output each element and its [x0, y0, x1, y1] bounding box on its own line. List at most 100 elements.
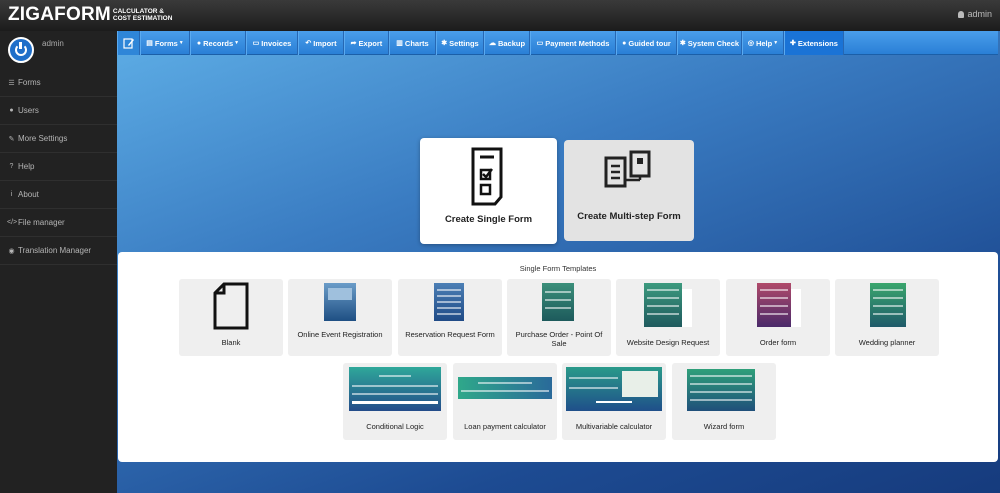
template-thumbnail: [434, 283, 464, 321]
logo-sub-text: CALCULATOR & COST ESTIMATION: [112, 8, 173, 22]
template-card-purchase-order[interactable]: Purchase Order - Point Of Sale: [507, 279, 611, 356]
template-thumbnail-side: [791, 289, 801, 327]
template-card-loan-payment-calculator[interactable]: Loan payment calculator: [453, 363, 557, 440]
info-circle-icon: ●: [196, 39, 202, 47]
create-multi-step-form-button[interactable]: Create Multi-step Form: [564, 140, 694, 241]
tab-settings[interactable]: ✱ Settings: [436, 31, 484, 55]
user-icon: [958, 11, 965, 18]
edit-icon: [122, 38, 134, 49]
tab-help[interactable]: ◎ Help ▼: [742, 31, 784, 55]
template-label: Conditional Logic: [366, 422, 424, 431]
template-card-wizard-form[interactable]: Wizard form: [672, 363, 776, 440]
template-thumbnail-side: [682, 289, 692, 327]
power-icon: [15, 42, 27, 56]
share-icon: ➦: [350, 40, 357, 47]
sidebar-item-label: File manager: [18, 218, 65, 227]
sidebar: admin ☰ Forms ● Users ✎ More Settings ? Help…: [0, 31, 117, 493]
template-label: Online Event Registration: [297, 330, 383, 339]
template-label: Loan payment calculator: [464, 422, 546, 431]
sidebar-item-label: Forms: [18, 78, 41, 87]
tab-label: Forms: [154, 38, 178, 48]
tab-forms[interactable]: ▤ Forms ▼: [140, 31, 190, 55]
gear-icon: ✱: [441, 40, 448, 47]
sidebar-item-label: More Settings: [18, 134, 68, 143]
template-card-order-form[interactable]: Order form: [726, 279, 830, 356]
sidebar-item-forms[interactable]: ☰ Forms: [0, 69, 117, 97]
tab-label: Backup: [497, 38, 526, 48]
sidebar-item-label: Users: [18, 106, 39, 115]
sidebar-item-about[interactable]: i About: [0, 181, 117, 209]
sidebar-item-label: About: [18, 190, 39, 199]
sidebar-item-file-manager[interactable]: </> File manager: [0, 209, 117, 237]
cloud-icon: ☁: [488, 40, 496, 47]
single-form-label: Create Single Form: [444, 214, 533, 225]
tab-import[interactable]: ↶ Import: [298, 31, 344, 55]
create-single-form-button[interactable]: Create Single Form: [420, 138, 557, 244]
chart-icon: ▥: [396, 40, 403, 47]
avatar[interactable]: [8, 37, 34, 63]
tab-label: Charts: [404, 38, 429, 48]
dashboard-button[interactable]: [117, 31, 140, 55]
tab-label: Help: [755, 38, 773, 48]
template-card-reservation-request-form[interactable]: Reservation Request Form: [398, 279, 502, 356]
tab-label: Settings: [449, 38, 479, 48]
template-thumbnail: [324, 283, 356, 321]
user-icon: ●: [9, 107, 14, 114]
caret-down-icon: ▼: [773, 40, 779, 46]
info-circle-icon: ●: [622, 39, 627, 47]
sidebar-item-more-settings[interactable]: ✎ More Settings: [0, 125, 117, 153]
tab-label: Invoices: [261, 38, 292, 48]
info-icon: i: [10, 191, 13, 198]
sidebar-username: admin: [42, 39, 64, 48]
tab-guided-tour[interactable]: ● Guided tour: [616, 31, 677, 55]
main-content: ▤ Forms ▼ ● Records ▼ ▭ Invoices ↶ Import ➦ Exp…: [117, 31, 1000, 493]
file-icon: ▤: [146, 40, 153, 47]
user-menu[interactable]: admin: [958, 9, 992, 19]
template-card-conditional-logic[interactable]: Conditional Logic: [343, 363, 447, 440]
templates-title: Single Form Templates: [519, 264, 597, 273]
template-label: Multivariable calculator: [575, 422, 653, 431]
tab-records[interactable]: ● Records ▼: [190, 31, 246, 55]
template-thumbnail: [870, 283, 906, 327]
sidebar-user: admin: [0, 31, 117, 69]
template-card-multivariable-calculator[interactable]: Multivariable calculator: [562, 363, 666, 440]
tab-export[interactable]: ➦ Export: [344, 31, 389, 55]
template-label: Order form: [759, 338, 797, 347]
template-card-online-event-registration[interactable]: Online Event Registration: [288, 279, 392, 356]
user-top-name: admin: [967, 9, 992, 19]
template-card-blank[interactable]: Blank: [179, 279, 283, 356]
template-card-wedding-planner[interactable]: Wedding planner: [835, 279, 939, 356]
tab-invoices[interactable]: ▭ Invoices: [246, 31, 298, 55]
tab-label: System Check: [687, 38, 740, 48]
sidebar-item-label: Help: [18, 162, 35, 171]
template-label: Reservation Request Form: [405, 330, 495, 339]
template-thumbnail: [349, 367, 441, 411]
tab-extensions[interactable]: ✚ Extensions: [784, 31, 844, 55]
template-label: Blank: [221, 338, 241, 347]
tab-charts[interactable]: ▥ Charts: [389, 31, 436, 55]
tab-label: Records: [203, 38, 234, 48]
sidebar-item-label: Translation Manager: [18, 246, 92, 255]
caret-down-icon: ▼: [234, 40, 240, 46]
tab-label: Extensions: [797, 38, 838, 48]
multi-document-icon: [604, 150, 651, 188]
template-label: Wizard form: [703, 422, 745, 431]
template-card-website-design-request[interactable]: Website Design Request: [616, 279, 720, 356]
tab-backup[interactable]: ☁ Backup: [484, 31, 530, 55]
top-toolbar: ▤ Forms ▼ ● Records ▼ ▭ Invoices ↶ Import ➦ Exp…: [117, 31, 998, 55]
sidebar-item-help[interactable]: ? Help: [0, 153, 117, 181]
globe-icon: ◉: [8, 247, 15, 255]
sidebar-item-users[interactable]: ● Users: [0, 97, 117, 125]
sidebar-item-translation-manager[interactable]: ◉ Translation Manager: [0, 237, 117, 265]
multi-form-label: Create Multi-step Form: [577, 211, 681, 222]
template-label: Purchase Order - Point Of Sale: [515, 330, 603, 348]
app-logo[interactable]: ZIGAFORM CALCULATOR & COST ESTIMATION: [8, 5, 183, 25]
top-header: ZIGAFORM CALCULATOR & COST ESTIMATION ad…: [0, 0, 1000, 31]
tab-system-check[interactable]: ✱ System Check: [677, 31, 742, 55]
undo-icon: ↶: [305, 40, 312, 47]
template-thumbnail: [542, 283, 574, 321]
money-icon: ▭: [536, 40, 544, 47]
sidebar-menu: ☰ Forms ● Users ✎ More Settings ? Help i Abou…: [0, 69, 117, 265]
tab-payment-methods[interactable]: ▭ Payment Methods: [530, 31, 616, 55]
template-thumbnail: [566, 367, 662, 411]
